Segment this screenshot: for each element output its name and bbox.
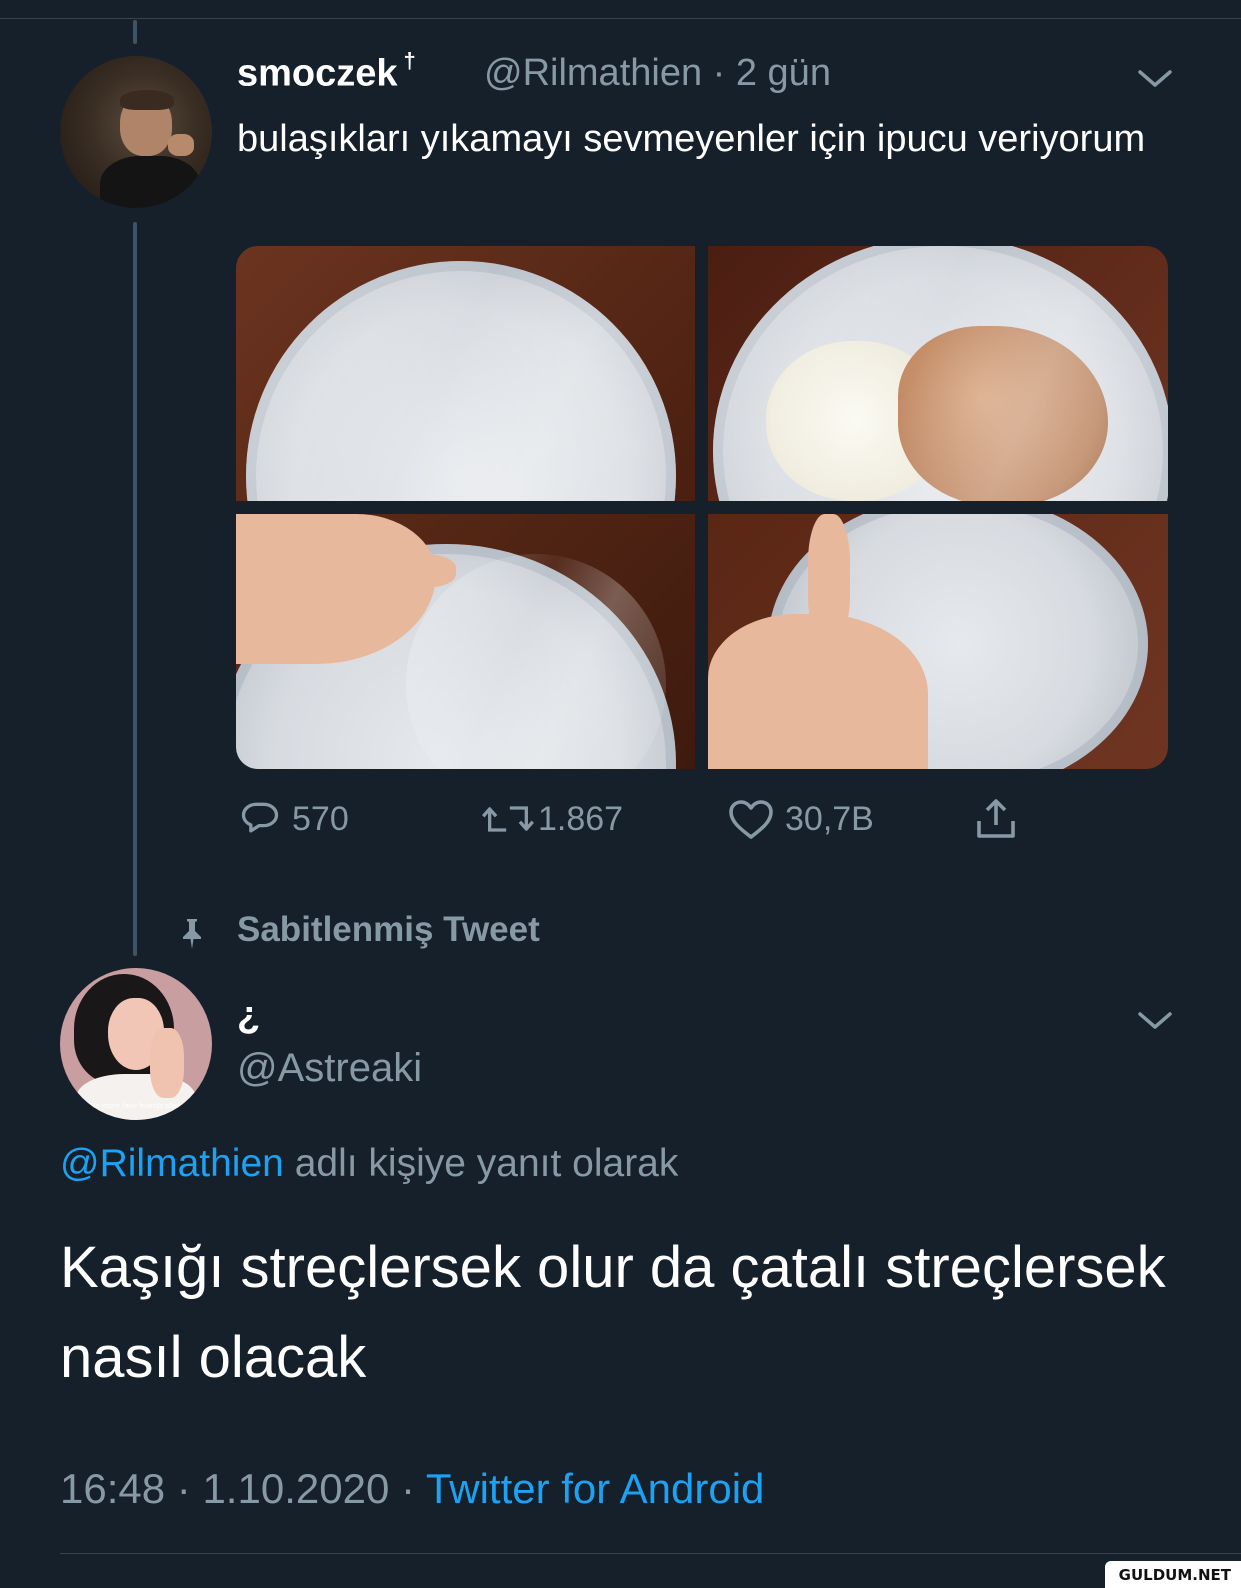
- reply-count: 570: [292, 799, 349, 838]
- avatar-hair: [120, 90, 174, 110]
- media-photo[interactable]: [236, 246, 695, 501]
- author-handle[interactable]: @Astreaki: [237, 1046, 422, 1091]
- like-button[interactable]: 30,7B: [727, 795, 874, 843]
- author-badge: †: [403, 48, 416, 73]
- avatar-figure: [100, 156, 200, 208]
- media-photo[interactable]: [708, 246, 1168, 501]
- meta-separator: ·: [176, 1465, 191, 1512]
- retweet-button[interactable]: 1.867: [480, 795, 623, 843]
- chevron-down-icon[interactable]: [1137, 68, 1173, 90]
- pinned-tweet-label: Sabitlenmiş Tweet: [237, 910, 540, 949]
- author-name[interactable]: smoczek †: [237, 48, 416, 96]
- tweet-time[interactable]: 16:48: [60, 1465, 165, 1512]
- tweet-source[interactable]: Twitter for Android: [426, 1465, 764, 1512]
- meta-separator: ·: [400, 1465, 415, 1512]
- mention-link[interactable]: @Rilmathien: [60, 1142, 284, 1185]
- avatar[interactable]: No more fake friends pleas: [60, 968, 212, 1120]
- thread-connector-line: [133, 222, 137, 956]
- author-name[interactable]: ¿: [237, 994, 260, 1037]
- retweet-count: 1.867: [538, 799, 624, 838]
- reply-icon: [241, 802, 279, 833]
- media-photo[interactable]: [708, 514, 1168, 769]
- like-count: 30,7B: [785, 799, 874, 838]
- share-button[interactable]: [972, 795, 1020, 843]
- avatar[interactable]: [60, 56, 212, 208]
- author-handle-time[interactable]: @Rilmathien · 2 gün: [484, 52, 831, 95]
- bottom-divider: [60, 1553, 1241, 1554]
- retweet-icon: [482, 806, 534, 832]
- media-photo[interactable]: [236, 514, 695, 769]
- top-divider: [0, 18, 1241, 19]
- watermark: GULDUM.NET: [1104, 1561, 1241, 1588]
- share-icon: [977, 799, 1015, 838]
- pin-icon: [176, 916, 208, 950]
- reply-button[interactable]: 570: [238, 795, 349, 843]
- avatar-caption: No more fake friends pleas: [90, 1102, 185, 1110]
- like-icon: [729, 800, 773, 839]
- replying-to-suffix: adlı kişiye yanıt olarak: [294, 1142, 679, 1185]
- tweet-meta: 16:48 · 1.10.2020 · Twitter for Android: [60, 1465, 764, 1513]
- tweet-text: Kaşığı streçlersek olur da çatalı streçl…: [60, 1235, 1166, 1390]
- replying-to: @Rilmathien adlı kişiye yanıt olarak: [60, 1142, 678, 1186]
- avatar-hand: [168, 134, 194, 156]
- thread-connector-line: [133, 20, 137, 44]
- chevron-down-icon[interactable]: [1137, 1010, 1173, 1032]
- tweet-text: bulaşıkları yıkamayı sevmeyenler için ip…: [237, 118, 1146, 160]
- media-grid: [236, 246, 1168, 769]
- avatar-arm: [150, 1028, 184, 1098]
- tweet-date[interactable]: 1.10.2020: [202, 1465, 389, 1512]
